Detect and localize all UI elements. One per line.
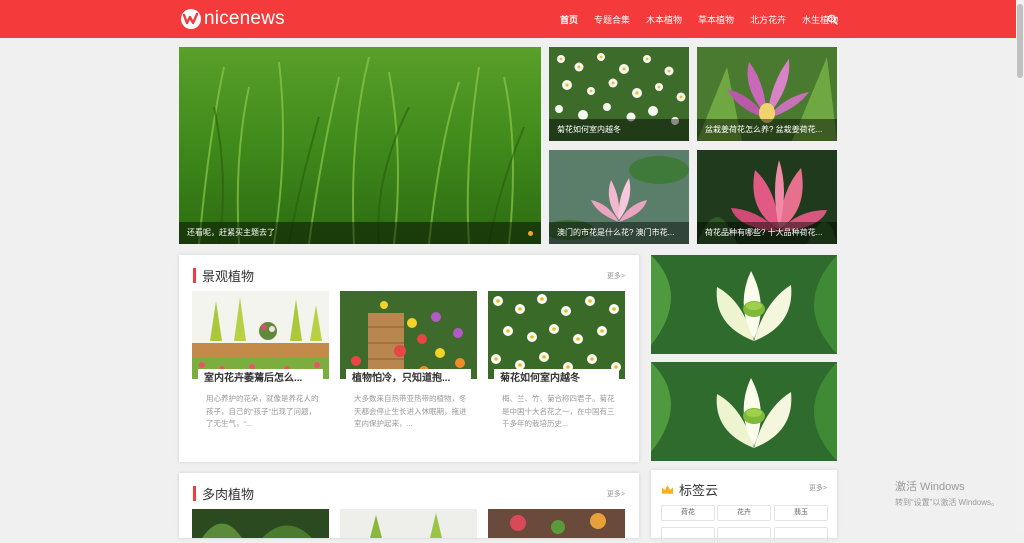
article-thumbnail[interactable] [340, 509, 477, 538]
tag-cloud-title-text: 标签云 [679, 483, 719, 498]
succulent-image [340, 509, 477, 538]
hero-tile-2[interactable]: 盆栽姜荷花怎么养? 盆栽姜荷花... [697, 47, 837, 141]
slider-indicator-dot[interactable] [528, 231, 533, 236]
hero-tile-3[interactable]: 澳门的市花是什么花? 澳门市花... [549, 150, 689, 244]
daisy-field-image [488, 291, 625, 379]
section-title-accent [193, 485, 196, 501]
grass-image [179, 47, 541, 244]
article-card[interactable]: 菊花如何室内越冬 梅、兰、竹、菊合称四君子。菊花是中国十大名花之一，在中国有三千… [488, 291, 625, 431]
article-card[interactable]: 植物怕冷，只知道抱... 大多数来自热带亚热带的植物，冬天都会停止生长进入休眠期… [340, 291, 477, 431]
hero-tile-1[interactable]: 菊花如何室内越冬 [549, 47, 689, 141]
white-lotus-image [651, 255, 837, 354]
article-summary: 梅、兰、竹、菊合称四君子。菊花是中国十大名花之一，在中国有三千多年的栽培历史..… [502, 394, 615, 428]
logo-text: nicenews [204, 8, 285, 29]
nav-item-topics[interactable]: 专题合集 [594, 13, 630, 26]
tag-cloud-title: 标签云 [661, 480, 718, 499]
section-title: 景观植物 [193, 267, 255, 284]
article-title[interactable]: 菊花如何室内越冬 [500, 369, 619, 389]
section-title-text: 景观植物 [202, 268, 255, 284]
article-thumbnail[interactable] [488, 509, 625, 538]
article-summary: 大多数来自热带亚热带的植物，冬天都会停止生长进入休眠期，拖进室内保护起来，... [354, 394, 467, 428]
hero-tile-4-caption: 荷花品种有哪些? 十大品种荷花... [697, 222, 837, 244]
nav-item-northern-flowers[interactable]: 北方花卉 [750, 13, 786, 26]
article-thumbnail[interactable] [340, 291, 477, 379]
article-card[interactable]: 室内花卉萎蔫后怎么... 用心养护的花朵，就像是养花人的孩子，自己的“孩子”出现… [192, 291, 329, 431]
hero-tile-3-caption: 澳门的市花是什么花? 澳门市花... [549, 222, 689, 244]
leaves-image [192, 509, 329, 538]
sidebar-ad-1[interactable] [651, 255, 837, 354]
nav-item-woody-plants[interactable]: 木本植物 [646, 13, 682, 26]
nav-item-home[interactable]: 首页 [560, 13, 578, 26]
section-landscape-plants: 景观植物 更多> 室内花卉萎蔫后怎么... 用心养护的花朵，就像是养花人的孩子，… [179, 255, 639, 462]
search-icon[interactable] [827, 14, 838, 25]
crown-icon [661, 484, 674, 494]
potted-plants-image [192, 291, 329, 379]
hero-main-slide[interactable]: 还看呢，赶紧买主题去了 [179, 47, 541, 244]
sidebar-ad-2[interactable] [651, 362, 837, 461]
tag-cloud-more-link[interactable]: 更多> [809, 483, 827, 493]
tag-item[interactable]: 花卉 [717, 505, 771, 521]
tag-item[interactable] [661, 527, 715, 543]
hero-tile-2-caption: 盆栽姜荷花怎么养? 盆栽姜荷花... [697, 119, 837, 141]
nav-item-herbaceous-plants[interactable]: 草本植物 [698, 13, 734, 26]
section-title-accent [193, 267, 196, 283]
article-thumbnail[interactable] [192, 509, 329, 538]
section-more-link[interactable]: 更多> [607, 489, 625, 499]
windows-activation-watermark: 激活 Windows 转到“设置”以激活 Windows。 [895, 478, 999, 508]
section-title: 多肉植物 [193, 485, 255, 502]
watermark-line-1: 激活 Windows [895, 481, 965, 493]
hero-tile-1-caption: 菊花如何室内越冬 [549, 119, 689, 141]
tag-item[interactable] [774, 527, 828, 543]
article-title[interactable]: 室内花卉萎蔫后怎么... [204, 369, 323, 389]
tag-item[interactable] [717, 527, 771, 543]
section-more-link[interactable]: 更多> [607, 271, 625, 281]
main-nav: 首页 专题合集 木本植物 草本植物 北方花卉 水生植物 [552, 0, 846, 38]
site-logo[interactable]: nicenews [181, 8, 285, 30]
section-title-text: 多肉植物 [202, 486, 255, 502]
article-title[interactable]: 植物怕冷，只知道抱... [352, 369, 471, 389]
garden-image [488, 509, 625, 538]
scrollbar-thumb[interactable] [1017, 4, 1023, 78]
page-scrollbar[interactable] [1016, 0, 1024, 532]
hero-tile-4[interactable]: 荷花品种有哪些? 十大品种荷花... [697, 150, 837, 244]
flower-bed-image [340, 291, 477, 379]
article-summary: 用心养护的花朵，就像是养花人的孩子，自己的“孩子”出现了问题，了无生气，“... [206, 394, 319, 428]
tag-item[interactable]: 翡玉 [774, 505, 828, 521]
tag-item[interactable]: 荷花 [661, 505, 715, 521]
top-navigation-bar: nicenews 首页 专题合集 木本植物 草本植物 北方花卉 水生植物 [0, 0, 1016, 38]
white-lotus-image [651, 362, 837, 461]
tag-cloud-widget: 标签云 更多> 荷花 花卉 翡玉 [651, 470, 837, 543]
hero-main-caption: 还看呢，赶紧买主题去了 [179, 222, 541, 244]
article-thumbnail[interactable] [192, 291, 329, 379]
article-thumbnail[interactable] [488, 291, 625, 379]
logo-icon [181, 9, 201, 29]
section-succulents: 多肉植物 更多> [179, 473, 639, 538]
watermark-line-2: 转到“设置”以激活 Windows。 [895, 498, 1000, 507]
